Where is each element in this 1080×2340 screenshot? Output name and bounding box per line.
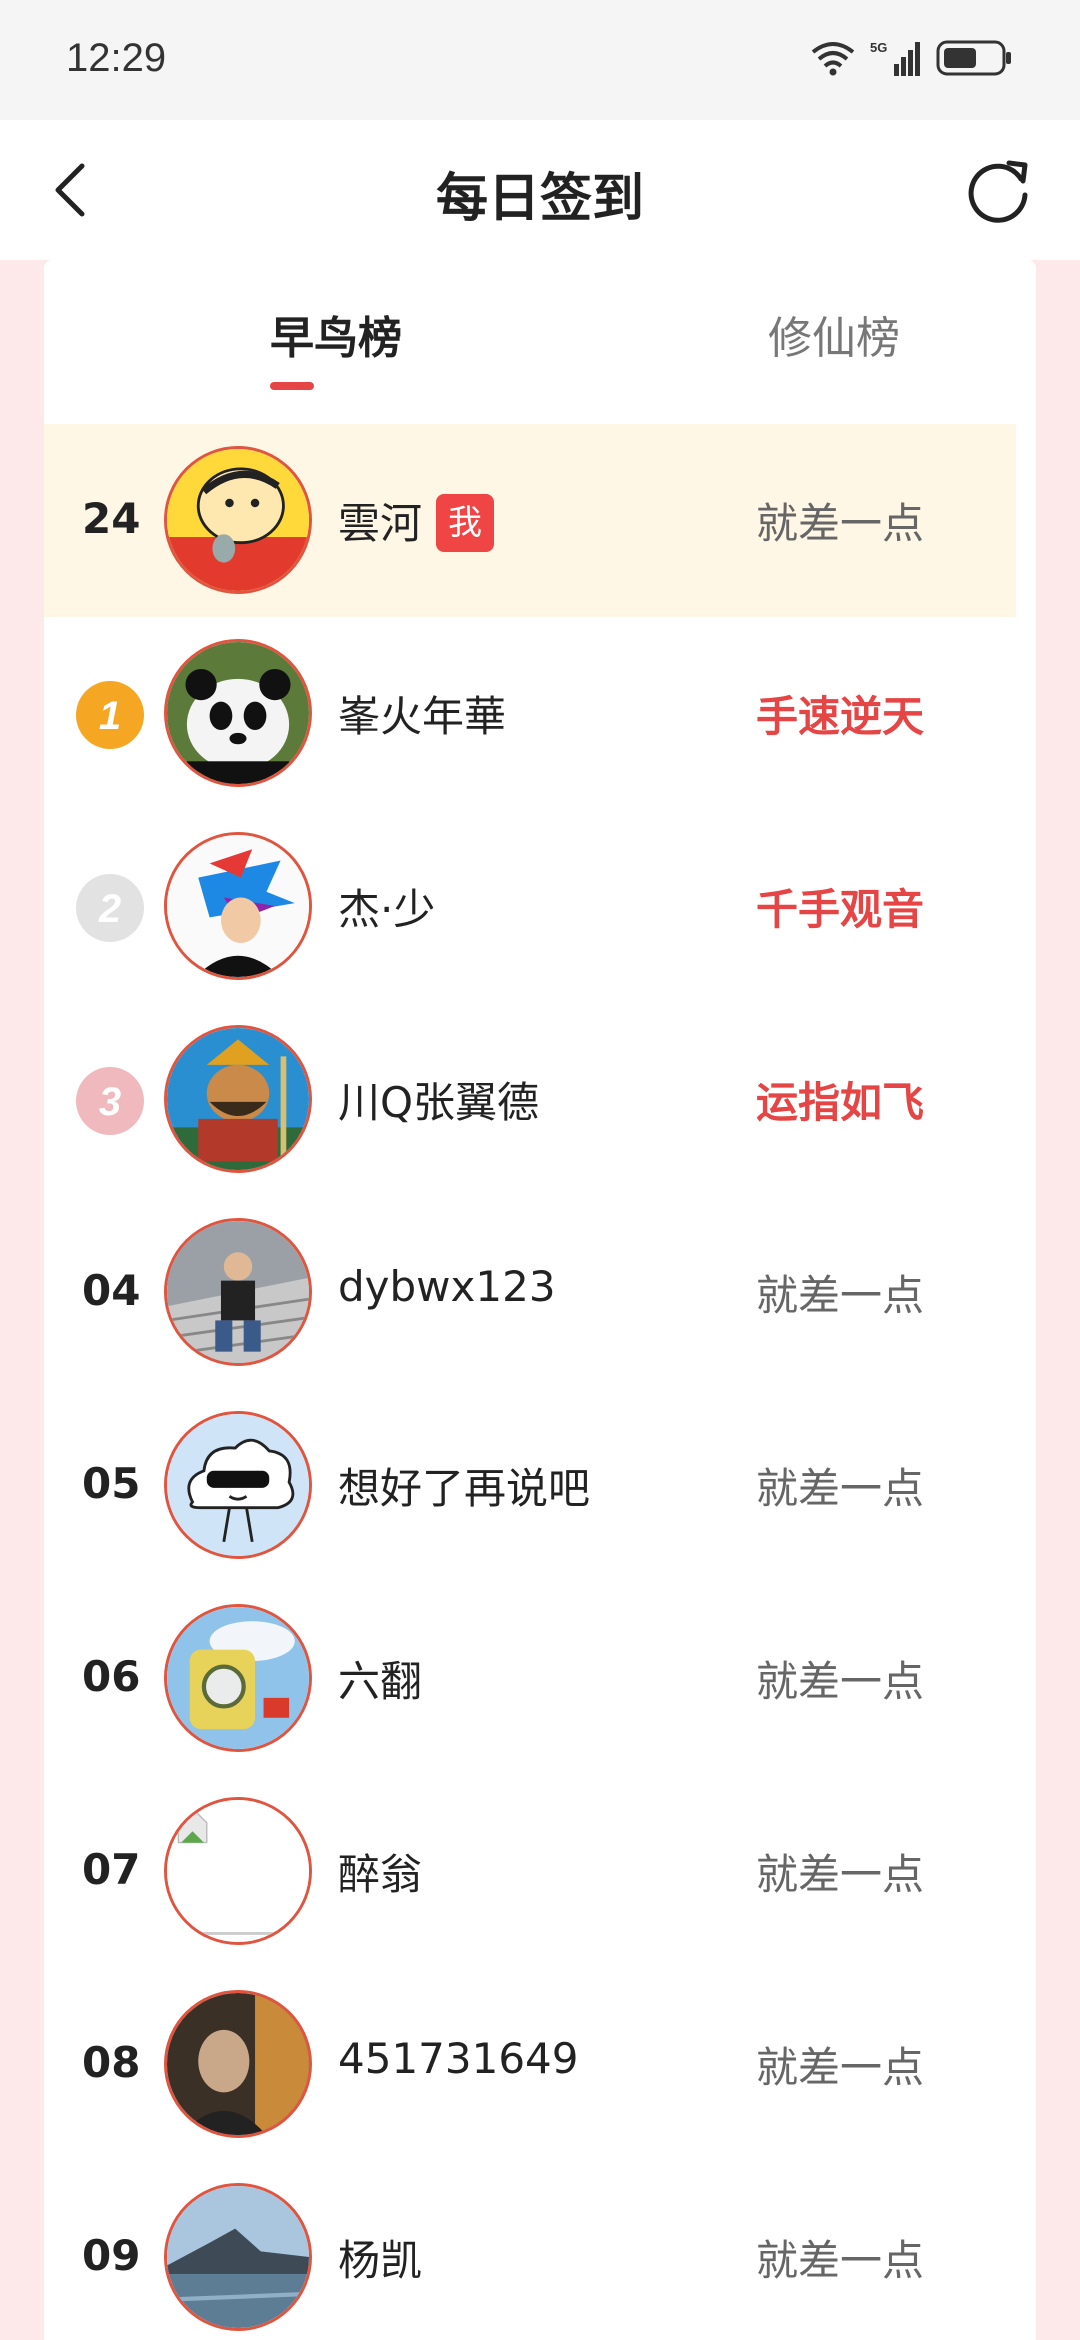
rank-number: 05: [82, 1459, 141, 1508]
medal-rank-text: 1: [99, 694, 121, 738]
status-time: 12:29: [66, 36, 167, 80]
avatar-image: [167, 1028, 309, 1170]
avatar[interactable]: [164, 639, 312, 787]
ranking-row[interactable]: 1 峯火年華 手速逆天: [44, 617, 1016, 810]
ranking-row[interactable]: 05 想好了再说吧 就差一点: [44, 1389, 1016, 1582]
rank-number: 09: [82, 2231, 141, 2280]
avatar-image: [167, 835, 309, 977]
ranking-row[interactable]: 07 醉翁 就差一点: [44, 1775, 1016, 1968]
checkin-status: 就差一点: [755, 1271, 924, 1320]
rank-number: 06: [82, 1652, 141, 1701]
silver-medal-icon: 2: [76, 874, 144, 942]
username: 雲河我: [338, 490, 495, 556]
avatar[interactable]: [164, 1604, 312, 1752]
rank-number: 07: [82, 1845, 141, 1894]
username: 杰·少: [338, 885, 436, 934]
avatar-image: [167, 1993, 309, 2135]
username: 峯火年華: [338, 692, 507, 741]
cellular-signal-icon: 5G: [870, 40, 920, 76]
avatar[interactable]: [164, 1025, 312, 1173]
rank-number: 24: [82, 494, 141, 543]
avatar-image: [167, 1414, 309, 1556]
avatar-image: [167, 1800, 309, 1942]
checkin-status: 就差一点: [755, 499, 924, 548]
ranking-row[interactable]: 04 dybwx123 就差一点: [44, 1196, 1016, 1389]
username: 醉翁: [338, 1850, 423, 1899]
username: 川Q张翼德: [338, 1078, 540, 1127]
avatar[interactable]: [164, 446, 312, 594]
refresh-button[interactable]: [956, 148, 1040, 232]
avatar[interactable]: [164, 832, 312, 980]
checkin-status: 就差一点: [755, 1657, 924, 1706]
status-bar: 12:29 5G: [0, 0, 1080, 120]
header-bar: 每日签到: [0, 120, 1080, 260]
checkin-status: 就差一点: [755, 2043, 924, 2092]
avatar-image: [167, 1221, 309, 1363]
avatar[interactable]: [164, 1990, 312, 2138]
battery-icon: [936, 40, 1011, 76]
tab-bar: 早鸟榜 修仙榜: [44, 260, 1036, 420]
me-badge: 我: [436, 493, 495, 552]
my-ranking-row[interactable]: 24 雲河我 就差一点: [44, 424, 1016, 617]
username: dybwx123: [338, 1262, 556, 1311]
username: 451731649: [338, 2034, 579, 2083]
leaderboard-card: 早鸟榜 修仙榜 24 雲河我 就差一点 1 峯火年華 手速逆天 2 杰·少 千手…: [44, 260, 1036, 2340]
avatar[interactable]: [164, 1797, 312, 1945]
avatar-image: [167, 642, 309, 784]
avatar[interactable]: [164, 2183, 312, 2331]
rank-number: 08: [82, 2038, 141, 2087]
checkin-status: 就差一点: [755, 1850, 924, 1899]
ranking-row[interactable]: 09 杨凯 就差一点: [44, 2161, 1016, 2340]
medal-rank-text: 3: [99, 1080, 121, 1124]
avatar-image: [167, 1607, 309, 1749]
ranking-row[interactable]: 3 川Q张翼德 运指如飞: [44, 1003, 1016, 1196]
medal-rank-text: 2: [98, 887, 121, 931]
checkin-status: 就差一点: [755, 1464, 924, 1513]
tab-cultivation[interactable]: 修仙榜: [684, 302, 984, 366]
avatar-image: [167, 449, 309, 591]
username: 杨凯: [338, 2236, 423, 2285]
refresh-icon: [968, 160, 1028, 223]
checkin-status: 手速逆天: [755, 692, 924, 741]
tab-indicator: [270, 382, 314, 390]
username-text: 雲河: [338, 499, 423, 548]
checkin-status: 就差一点: [755, 2236, 924, 2285]
avatar[interactable]: [164, 1218, 312, 1366]
ranking-row[interactable]: 08 451731649 就差一点: [44, 1968, 1016, 2161]
gold-medal-icon: 1: [76, 681, 144, 749]
avatar[interactable]: [164, 1411, 312, 1559]
checkin-status: 运指如飞: [755, 1078, 924, 1127]
page-title: 每日签到: [435, 169, 644, 229]
checkin-status: 千手观音: [755, 885, 924, 934]
tab-early-bird[interactable]: 早鸟榜: [186, 302, 486, 366]
network-label: 5G: [870, 40, 887, 55]
avatar-image: [167, 2186, 309, 2328]
username: 六翻: [338, 1657, 423, 1706]
username: 想好了再说吧: [338, 1464, 591, 1513]
bronze-medal-icon: 3: [76, 1067, 144, 1135]
ranking-list: 24 雲河我 就差一点 1 峯火年華 手速逆天 2 杰·少 千手观音 3 川Q张…: [44, 424, 1036, 2340]
ranking-row[interactable]: 2 杰·少 千手观音: [44, 810, 1016, 1003]
rank-number: 04: [82, 1266, 141, 1315]
status-icons: 5G: [810, 38, 1014, 78]
wifi-icon: [811, 42, 855, 76]
ranking-row[interactable]: 06 六翻 就差一点: [44, 1582, 1016, 1775]
